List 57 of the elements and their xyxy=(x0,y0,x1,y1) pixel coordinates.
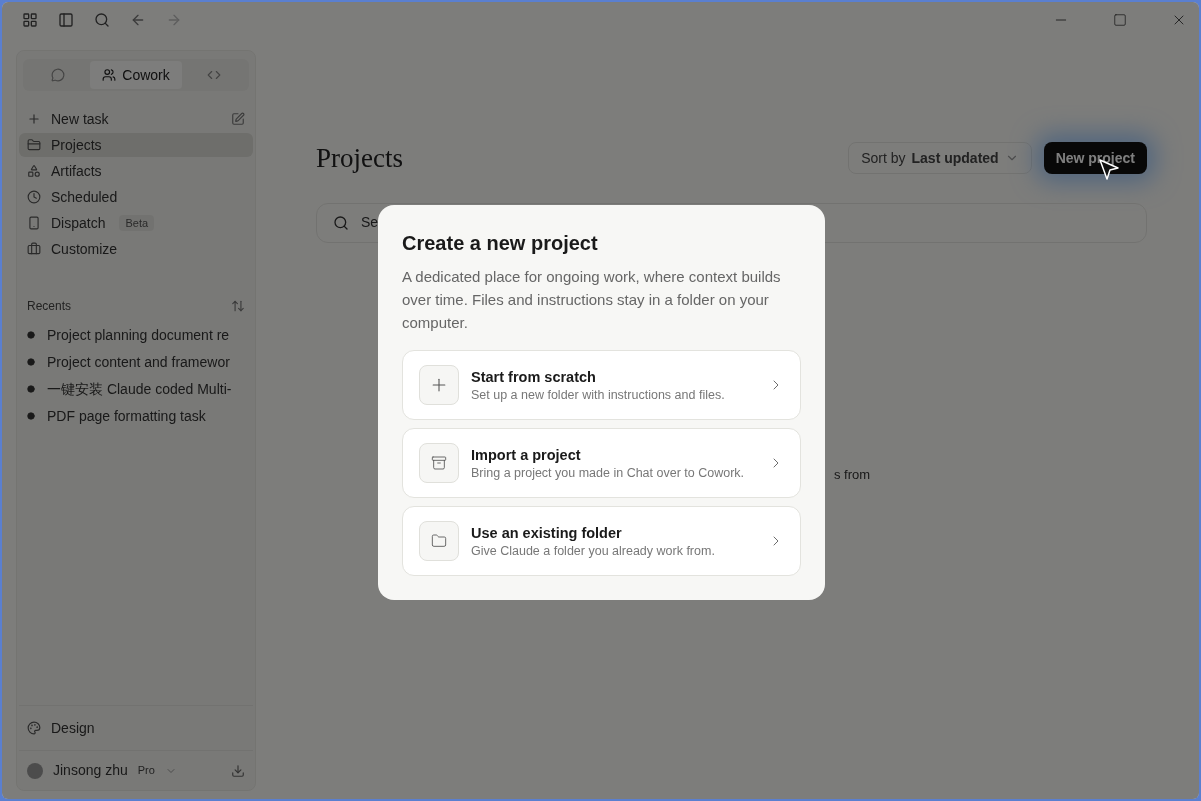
dot-icon xyxy=(27,331,35,339)
tray-icon xyxy=(431,455,447,471)
back-icon[interactable] xyxy=(130,12,146,28)
mode-tab[interactable]: Cowork xyxy=(90,61,182,89)
clock-icon xyxy=(27,190,41,204)
recent-item[interactable]: 一键安装 Claude coded Multi- xyxy=(19,377,253,401)
chat-icon xyxy=(50,68,65,82)
option-title: Use an existing folder xyxy=(471,524,623,543)
dialog-title: Create a new project xyxy=(402,231,599,256)
grid-icon[interactable] xyxy=(22,12,38,28)
option-title: Start from scratch xyxy=(471,368,597,387)
download-icon[interactable] xyxy=(231,763,245,778)
dot-icon xyxy=(27,358,35,366)
dialog-description: A dedicated place for ongoing work, where context builds over time. Files and instructions stay in a folder on your computer. xyxy=(402,267,782,333)
maximize-icon[interactable] xyxy=(1113,13,1127,27)
search-icon xyxy=(333,214,349,231)
folder-icon xyxy=(27,138,41,152)
nav-item[interactable]: New task xyxy=(19,107,253,131)
nav-item[interactable]: Artifacts xyxy=(19,159,253,183)
dot-icon xyxy=(27,385,35,393)
forward-icon[interactable] xyxy=(166,12,182,28)
option-card[interactable]: Start from scratch Set up a new folder with instructions and files. xyxy=(402,350,801,420)
briefcase-icon xyxy=(27,242,41,256)
nav-item[interactable]: Scheduled xyxy=(19,185,253,209)
option-card[interactable]: Import a project Bring a project you made in Chat over to Cowork. xyxy=(402,428,801,498)
option-card[interactable]: Use an existing folder Give Claude a folder you already work from. xyxy=(402,506,801,576)
search-icon[interactable] xyxy=(94,12,110,28)
nav-item[interactable]: Design xyxy=(19,714,253,742)
sort-icon[interactable] xyxy=(231,299,245,313)
plus-icon xyxy=(27,112,41,126)
section-label: Recents xyxy=(27,298,72,315)
page-title: Projects xyxy=(316,142,403,175)
option-subtitle: Set up a new folder with instructions and files. xyxy=(471,387,725,403)
sidebar-icon[interactable] xyxy=(58,12,74,28)
recent-item[interactable]: Project planning document re xyxy=(19,323,253,347)
compose-icon[interactable] xyxy=(231,112,245,126)
recent-item[interactable]: Project content and framewor xyxy=(19,350,253,374)
nav-item[interactable]: Customize xyxy=(19,237,253,261)
palette-icon xyxy=(27,721,41,735)
sort-dropdown[interactable]: Sort by Last updated xyxy=(848,142,1032,175)
nav-item[interactable]: Dispatch Beta xyxy=(19,211,253,235)
beta-badge: Beta xyxy=(119,214,155,232)
user-name[interactable]: Jinsong zhu xyxy=(53,760,128,781)
empty-state-text: s from xyxy=(834,465,871,484)
plan-label: Pro xyxy=(137,763,155,779)
option-subtitle: Bring a project you made in Chat over to Cowork. xyxy=(471,465,745,481)
option-title: Import a project xyxy=(471,446,582,465)
folder-icon xyxy=(431,533,447,549)
avatar[interactable] xyxy=(27,762,43,779)
people-icon xyxy=(102,68,117,82)
shapes-icon xyxy=(27,164,41,178)
recent-item[interactable]: PDF page formatting task xyxy=(19,404,253,428)
nav-item[interactable]: Projects xyxy=(19,133,253,157)
dot-icon xyxy=(27,412,35,420)
phone-icon xyxy=(27,216,41,230)
option-subtitle: Give Claude a folder you already work from. xyxy=(471,543,715,559)
code-icon xyxy=(207,68,222,82)
